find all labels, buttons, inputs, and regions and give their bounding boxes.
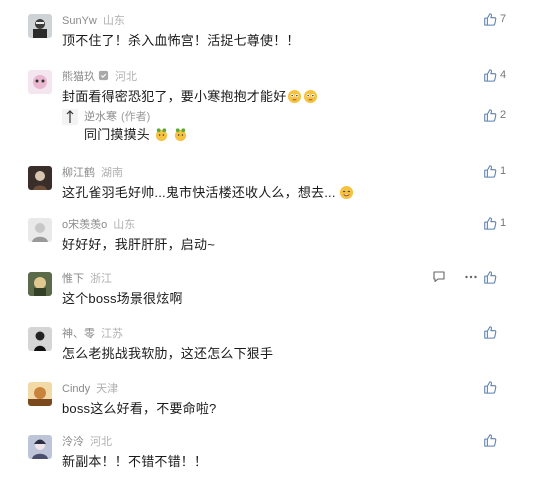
location: 湖南 xyxy=(101,167,123,179)
like-button[interactable] xyxy=(483,269,497,285)
more-icon[interactable] xyxy=(464,270,478,284)
like-button[interactable]: 1 xyxy=(483,163,506,179)
reply-like-button[interactable]: 2 xyxy=(483,107,506,123)
comment-text: 怎么老挑战我软肋，这还怎么下狠手 xyxy=(62,346,274,361)
location: 浙江 xyxy=(90,273,112,285)
username[interactable]: SunYw xyxy=(62,15,97,27)
like-count: 1 xyxy=(500,165,507,177)
comment-text-content: 封面看得密恐犯了，要小寒抱抱才能好 xyxy=(62,89,287,104)
username[interactable]: Cindy xyxy=(62,383,90,395)
thumbs-up-icon xyxy=(484,326,497,339)
username[interactable]: 逆水寒 xyxy=(84,111,117,123)
emoji-icon xyxy=(174,128,187,142)
comment-text: 这个boss场景很炫啊 xyxy=(62,291,183,306)
comment-text: 封面看得密恐犯了，要小寒抱抱才能好 xyxy=(62,86,318,105)
comment-actions xyxy=(432,270,478,284)
comment-meta: 柳江鹤 湖南 xyxy=(62,164,123,180)
thumbs-up-icon xyxy=(484,381,497,394)
avatar[interactable] xyxy=(28,218,52,242)
comment-text: 好好好，我肝肝肝，启动~ xyxy=(62,237,215,252)
avatar[interactable] xyxy=(28,272,52,296)
location: 河北 xyxy=(115,71,137,83)
username[interactable]: 神、零 xyxy=(62,328,95,340)
like-button[interactable]: 4 xyxy=(483,67,506,83)
emoji-icon xyxy=(155,128,168,142)
username[interactable]: o宋羡羡o xyxy=(62,219,107,231)
location: 山东 xyxy=(102,15,125,27)
avatar[interactable] xyxy=(28,14,52,38)
emoji-icon xyxy=(339,185,353,200)
comment-list: SunYw 山东 顶不住了！杀入血怖宫！活捉七尊使！！ 7 熊猫玖 河北 封面看得密… xyxy=(0,0,540,477)
reply-text: 同门摸摸头 xyxy=(84,124,188,143)
thumbs-up-icon xyxy=(484,434,497,447)
username[interactable]: 泠泠 xyxy=(62,436,84,448)
comment-meta: SunYw 山东 xyxy=(62,12,125,28)
comment-meta: o宋羡羡o 山东 xyxy=(62,216,135,232)
emoji-icon xyxy=(288,89,302,104)
location: 天津 xyxy=(96,383,119,395)
reply-meta: 逆水寒 (作者) xyxy=(84,108,150,124)
comment-meta: 神、零 江苏 xyxy=(62,325,123,341)
like-button[interactable] xyxy=(483,324,497,340)
location: 河北 xyxy=(90,436,112,448)
comment-text: 这孔雀羽毛好帅...鬼市快活楼还收人么，想去... xyxy=(62,182,354,201)
avatar[interactable] xyxy=(28,166,52,190)
comment-meta: 泠泠 河北 xyxy=(62,433,112,449)
comment-meta: Cindy 天津 xyxy=(62,380,118,396)
thumbs-up-icon xyxy=(484,271,497,284)
like-button[interactable]: 1 xyxy=(483,215,506,231)
like-button[interactable] xyxy=(483,432,497,448)
thumbs-up-icon xyxy=(484,13,497,26)
username[interactable]: 熊猫玖 xyxy=(62,71,95,83)
comment-text-content: 这孔雀羽毛好帅...鬼市快活楼还收人么，想去... xyxy=(62,185,336,200)
author-tag: (作者) xyxy=(121,111,151,123)
username[interactable]: 柳江鹤 xyxy=(62,167,95,179)
avatar[interactable] xyxy=(28,70,52,94)
like-count: 1 xyxy=(500,217,507,229)
reply-text-content: 同门摸摸头 xyxy=(84,127,151,142)
username[interactable]: 惟下 xyxy=(62,273,84,285)
comment-meta: 惟下 浙江 xyxy=(62,270,112,286)
verified-icon xyxy=(98,70,109,81)
thumbs-up-icon xyxy=(484,109,497,122)
thumbs-up-icon xyxy=(484,217,497,230)
like-button[interactable]: 7 xyxy=(483,11,506,27)
comment-meta: 熊猫玖 河北 xyxy=(62,68,137,84)
like-count: 7 xyxy=(500,13,507,25)
location: 山东 xyxy=(113,219,136,231)
avatar[interactable] xyxy=(62,109,78,125)
comment-text: boss这么好看，不要命啦? xyxy=(62,401,217,416)
comment-icon[interactable] xyxy=(432,270,446,284)
like-count: 4 xyxy=(500,69,507,81)
avatar[interactable] xyxy=(28,327,52,351)
avatar[interactable] xyxy=(28,382,52,406)
like-button[interactable] xyxy=(483,379,497,395)
location: 江苏 xyxy=(101,328,123,340)
comment-text: 新副本！！不错不错！！ xyxy=(62,454,208,469)
like-count: 2 xyxy=(500,109,507,121)
emoji-icon xyxy=(304,89,318,104)
thumbs-up-icon xyxy=(484,165,497,178)
thumbs-up-icon xyxy=(484,69,497,82)
comment-text: 顶不住了！杀入血怖宫！活捉七尊使！！ xyxy=(62,33,300,48)
avatar[interactable] xyxy=(28,435,52,459)
